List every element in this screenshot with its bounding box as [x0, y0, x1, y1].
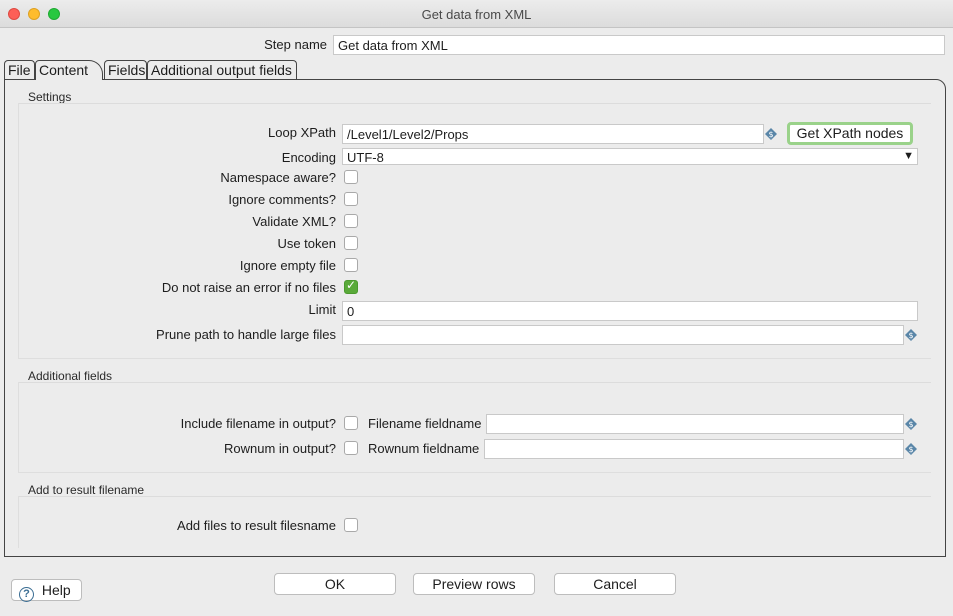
variable-icon[interactable]: $	[765, 128, 777, 140]
include-filename-checkbox[interactable]	[344, 416, 358, 430]
add-files-checkbox[interactable]	[344, 518, 358, 532]
svg-text:$: $	[908, 445, 913, 454]
prune-path-input[interactable]	[342, 325, 904, 345]
help-label: Help	[41, 582, 71, 598]
encoding-value: UTF-8	[347, 150, 384, 165]
tab-content[interactable]: Content	[35, 60, 103, 80]
preview-rows-button[interactable]: Preview rows	[413, 573, 535, 595]
use-token-checkbox[interactable]	[344, 236, 358, 250]
settings-group-title: Settings	[28, 90, 72, 104]
filename-fieldname-label: Filename fieldname	[368, 416, 482, 431]
window-title: Get data from XML	[421, 7, 532, 22]
step-name-label: Step name	[264, 37, 327, 52]
cancel-button[interactable]: Cancel	[554, 573, 676, 595]
svg-text:$: $	[908, 331, 913, 340]
loop-xpath-input[interactable]: /Level1/Level2/Props	[342, 124, 764, 144]
ignore-empty-file-checkbox[interactable]	[344, 258, 358, 272]
tab-fields[interactable]: Fields	[104, 60, 147, 80]
namespace-aware-label: Namespace aware?	[220, 170, 336, 185]
no-error-label: Do not raise an error if no files	[161, 280, 336, 295]
encoding-label: Encoding	[281, 150, 336, 165]
rownum-fieldname-input[interactable]	[484, 439, 904, 459]
step-name-input[interactable]: Get data from XML	[333, 35, 945, 55]
tab-additional-output-fields[interactable]: Additional output fields	[147, 60, 297, 80]
ignore-comments-checkbox[interactable]	[344, 192, 358, 206]
validate-xml-label: Validate XML?	[252, 214, 336, 229]
namespace-aware-checkbox[interactable]	[344, 170, 358, 184]
limit-label: Limit	[308, 302, 336, 317]
validate-xml-checkbox[interactable]	[344, 214, 358, 228]
loop-xpath-label: Loop XPath	[268, 125, 336, 140]
ignore-empty-file-label: Ignore empty file	[239, 258, 336, 273]
limit-input[interactable]: 0	[342, 301, 918, 321]
svg-text:$: $	[908, 420, 913, 429]
variable-icon[interactable]: $	[905, 418, 917, 430]
additional-fields-group-title: Additional fields	[28, 369, 113, 383]
filename-fieldname-input[interactable]	[486, 414, 904, 434]
rownum-label: Rownum in output?	[223, 441, 336, 456]
help-icon: ?	[19, 587, 34, 602]
dropdown-arrow-icon[interactable]: ▼	[903, 149, 914, 164]
rownum-checkbox[interactable]	[344, 441, 358, 455]
variable-icon[interactable]: $	[905, 329, 917, 341]
title-bar: Get data from XML	[0, 0, 953, 28]
use-token-label: Use token	[277, 236, 336, 251]
no-error-checkbox[interactable]	[344, 278, 358, 294]
prune-path-label: Prune path to handle large files	[156, 327, 336, 342]
tab-file[interactable]: File	[4, 60, 35, 80]
result-filename-group-title: Add to result filename	[28, 483, 145, 497]
ignore-comments-label: Ignore comments?	[228, 192, 336, 207]
rownum-fieldname-label: Rownum fieldname	[368, 441, 480, 456]
help-button[interactable]: ? Help	[11, 579, 82, 602]
encoding-select[interactable]: UTF-8 ▼	[342, 148, 918, 165]
variable-icon[interactable]: $	[905, 443, 917, 455]
svg-text:$: $	[768, 130, 773, 139]
ok-button[interactable]: OK	[274, 573, 396, 595]
include-filename-label: Include filename in output?	[180, 416, 336, 431]
add-files-label: Add files to result filesname	[177, 518, 336, 533]
get-xpath-nodes-button[interactable]: Get XPath nodes	[787, 122, 913, 145]
